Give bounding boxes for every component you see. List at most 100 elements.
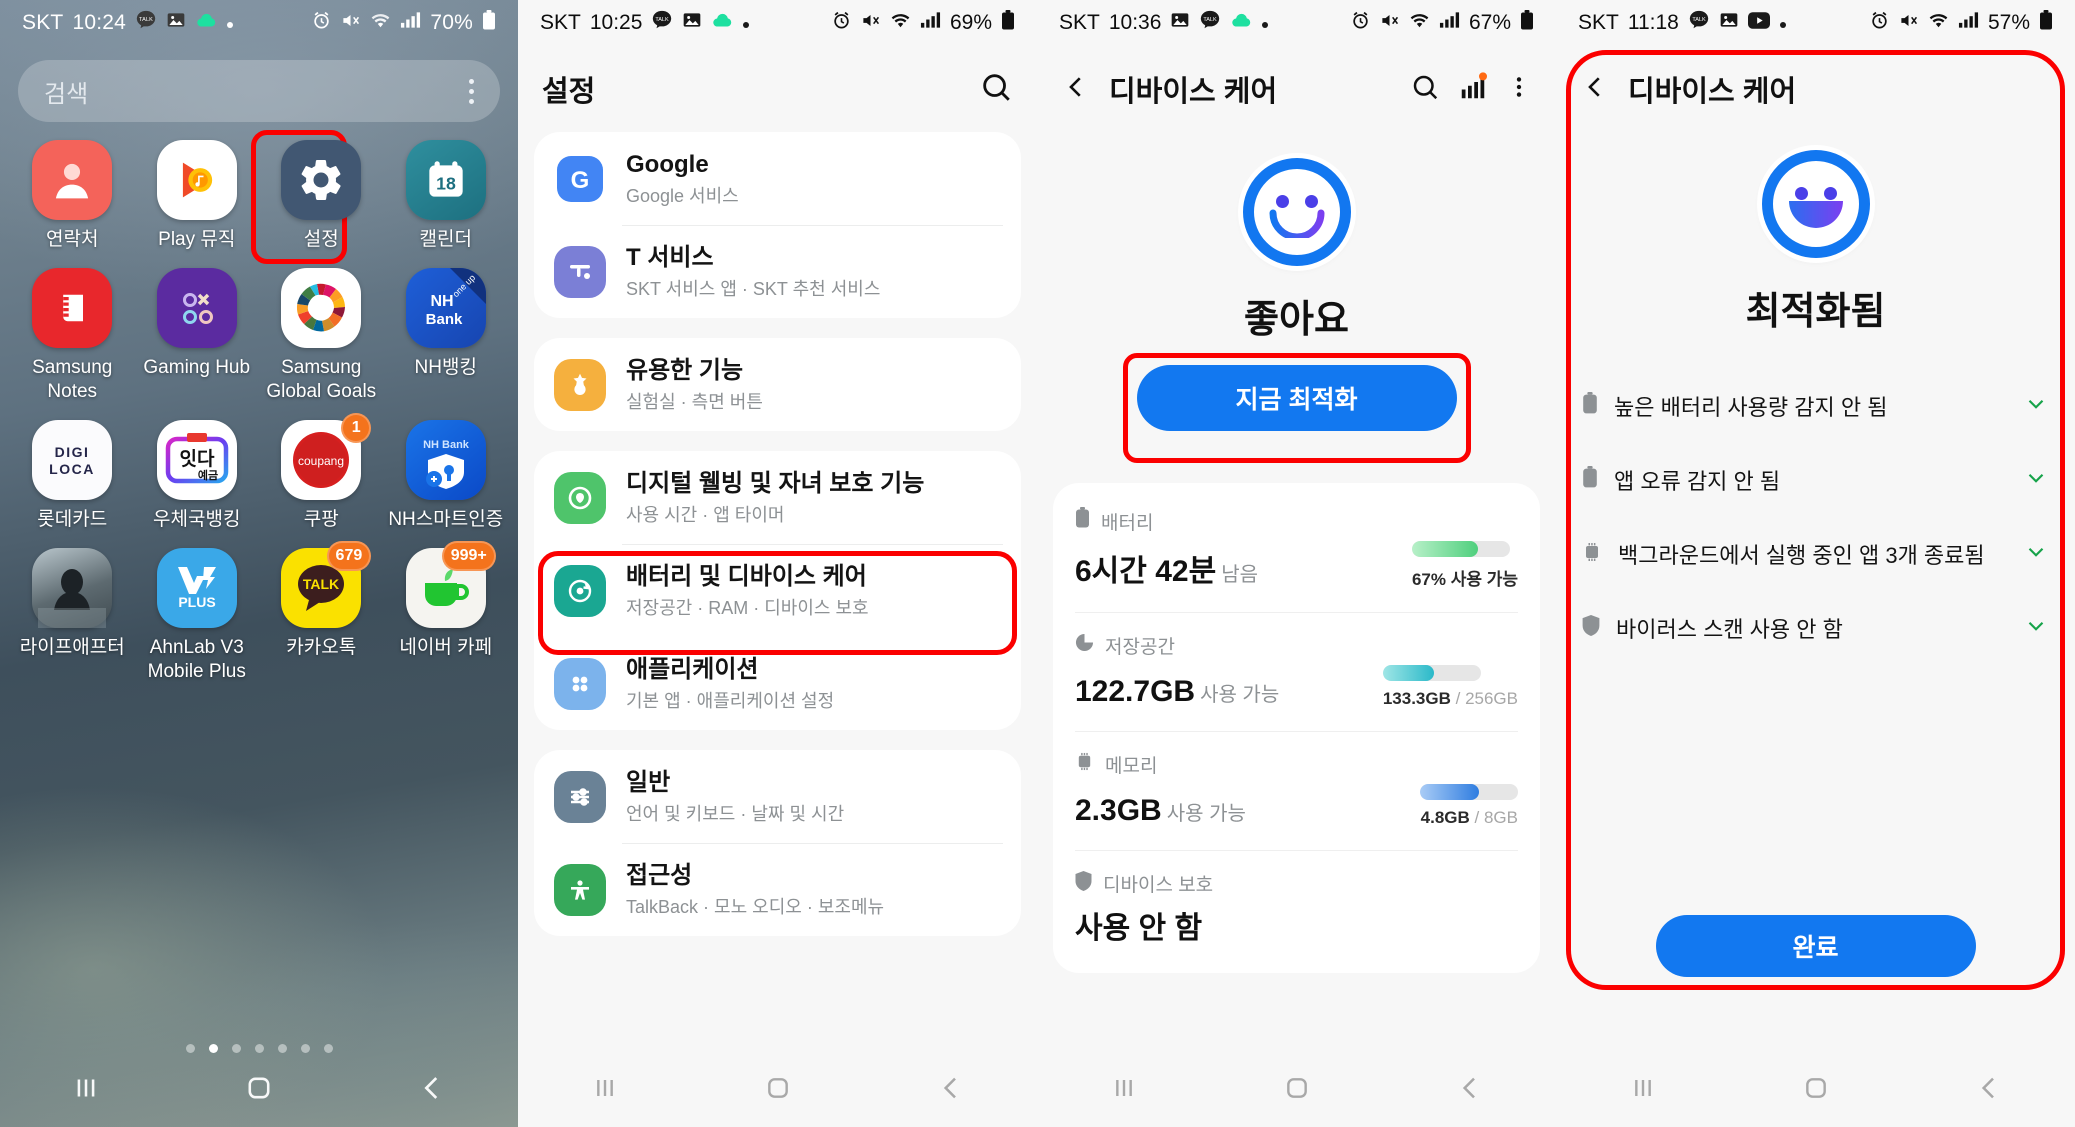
search-icon[interactable]	[1410, 72, 1440, 107]
app-icon-gaming-hub[interactable]: Gaming Hub	[135, 268, 260, 404]
metric-storage[interactable]: 저장공간 122.7GB 사용 가능 133.3GB / 256GB	[1075, 612, 1518, 731]
home-button[interactable]	[1800, 1072, 1832, 1109]
item-title: T 서비스	[626, 244, 714, 271]
recents-button[interactable]	[589, 1072, 621, 1109]
item-subtitle: 사용 시간 · 앱 타이머	[626, 505, 785, 525]
settings-list[interactable]: G Google Google 서비스 T 서비스 SKT 서비스 앱 · SK…	[518, 132, 1037, 936]
nh-bank-icon: one up NH Bank	[405, 268, 486, 348]
search-overflow-menu-icon[interactable]	[469, 78, 474, 104]
back-button[interactable]	[1454, 1072, 1486, 1109]
cloud-notif-icon	[711, 11, 733, 35]
app-icon-ahnlab-v3[interactable]: PLUS AhnLab V3 Mobile Plus	[135, 548, 260, 684]
app-icon-kakaotalk[interactable]: TALK 679 카카오톡	[259, 541, 384, 684]
item-subtitle: 실험실 · 측면 버튼	[626, 392, 763, 412]
result-text: 바이러스 스캔 사용 안 함	[1616, 617, 1843, 642]
settings-appbar: 설정	[518, 46, 1037, 132]
app-icon-global-goals[interactable]: Samsung Global Goals	[259, 268, 384, 404]
clock-label: 10:24	[72, 11, 127, 34]
item-subtitle: 저장공간 · RAM · 디바이스 보호	[626, 598, 869, 618]
svg-text:TALK: TALK	[1692, 17, 1706, 23]
carrier-label: SKT	[1578, 11, 1619, 34]
samsung-notes-icon	[32, 268, 113, 348]
more-notif-dot-icon	[1261, 11, 1269, 35]
recents-button[interactable]	[69, 1071, 103, 1110]
ahnlab-v3-icon: PLUS	[156, 548, 237, 628]
back-button[interactable]	[935, 1072, 967, 1109]
settings-item-advanced-features[interactable]: 유용한 기능 실험실 · 측면 버튼	[534, 338, 1021, 431]
app-icon-naver-cafe[interactable]: 999+ 네이버 카페	[384, 541, 509, 684]
app-icon-contacts[interactable]: 연락처	[10, 140, 135, 252]
app-icon-play-music[interactable]: Play 뮤직	[135, 140, 260, 252]
back-icon[interactable]	[1061, 72, 1091, 107]
device-care-appbar: 디바이스 케어	[1556, 46, 2075, 132]
status-bar: SKT 11:18 TALK 57%	[1556, 0, 2075, 46]
settings-item-t-service[interactable]: T 서비스 SKT 서비스 앱 · SKT 추천 서비스	[534, 225, 1021, 318]
page-indicator[interactable]	[0, 1044, 518, 1053]
kakaotalk-notif-icon: TALK	[1199, 9, 1221, 37]
result-item[interactable]: 높은 배터리 사용량 감지 안 됨	[1582, 369, 2049, 443]
settings-group: 유용한 기능 실험실 · 측면 버튼	[534, 338, 1021, 431]
back-button[interactable]	[1973, 1072, 2005, 1109]
search-icon[interactable]	[979, 70, 1013, 109]
navigation-bar	[518, 1053, 1037, 1127]
app-icon-calendar[interactable]: 18 캘린더	[384, 140, 509, 252]
done-button[interactable]: 완료	[1655, 915, 1976, 977]
chevron-down-icon[interactable]	[2023, 465, 2049, 496]
home-button[interactable]	[1281, 1072, 1313, 1109]
app-label: 우체국뱅킹	[153, 509, 241, 530]
search-input[interactable]: 검색	[18, 60, 500, 122]
settings-item-digital-wellbeing[interactable]: 디지털 웰빙 및 자녀 보호 기능 사용 시간 · 앱 타이머	[534, 451, 1021, 544]
app-icon-lotte-card[interactable]: DIGI LOCA 롯데카드	[10, 420, 135, 532]
notification-badge: 1	[341, 413, 372, 443]
metric-caption-total: / 8GB	[1474, 808, 1518, 827]
app-icon-post-bank[interactable]: 잇다 예금 우체국뱅킹	[135, 420, 260, 532]
home-button[interactable]	[762, 1072, 794, 1109]
settings-item-google[interactable]: G Google Google 서비스	[534, 132, 1021, 225]
settings-item-general[interactable]: 일반 언어 및 키보드 · 날짜 및 시간	[534, 750, 1021, 843]
back-icon[interactable]	[1580, 72, 1610, 107]
chevron-down-icon[interactable]	[2023, 539, 2049, 570]
home-button[interactable]	[242, 1071, 276, 1110]
device-care-icon	[554, 564, 606, 617]
app-icon-lifeafter[interactable]: 라이프애프터	[10, 548, 135, 684]
app-label: Samsung Global Goals	[266, 357, 377, 402]
result-text: 백그라운드에서 실행 중인 앱 3개 종료됨	[1618, 543, 1985, 568]
metric-memory[interactable]: 메모리 2.3GB 사용 가능 4.8GB / 8GB	[1075, 731, 1518, 850]
metric-label: 디바이스 보호	[1103, 875, 1214, 896]
item-title: 접근성	[626, 862, 693, 889]
settings-item-battery-device-care[interactable]: 배터리 및 디바이스 케어 저장공간 · RAM · 디바이스 보호	[534, 544, 1021, 637]
device-status-summary: 좋아요	[1037, 158, 1556, 343]
metric-battery[interactable]: 배터리 6시간 42분 남음 67% 사용 가능	[1075, 487, 1518, 612]
settings-item-accessibility[interactable]: 접근성 TalkBack · 모노 오디오 · 보조메뉴	[534, 843, 1021, 936]
app-icon-coupang[interactable]: coupang 1 쿠팡	[259, 413, 384, 532]
app-label: AhnLab V3 Mobile Plus	[147, 637, 246, 682]
status-label: 최적화됨	[1745, 291, 1886, 333]
settings-item-applications[interactable]: 애플리케이션 기본 앱 · 애플리케이션 설정	[534, 637, 1021, 730]
result-item[interactable]: 바이러스 스캔 사용 안 함	[1582, 591, 2049, 665]
item-title: Google	[626, 151, 709, 178]
optimize-now-button[interactable]: 지금 최적화	[1136, 365, 1457, 431]
signal-bars-icon[interactable]	[1458, 71, 1488, 107]
app-icon-nh-bank[interactable]: one up NH Bank NH뱅킹	[384, 268, 509, 404]
status-bar: SKT 10:36 TALK 67%	[1037, 0, 1556, 46]
chevron-down-icon[interactable]	[2023, 391, 2049, 422]
app-icon-settings[interactable]: 설정	[251, 130, 384, 264]
battery-percent-label: 70%	[430, 11, 473, 34]
back-button[interactable]	[415, 1071, 449, 1110]
alarm-icon	[1351, 11, 1370, 36]
coupang-icon: coupang 1	[281, 413, 372, 500]
recents-button[interactable]	[1108, 1072, 1140, 1109]
app-icon-samsung-notes[interactable]: Samsung Notes	[10, 268, 135, 404]
metric-device-protection[interactable]: 디바이스 보호 사용 안 함	[1075, 850, 1518, 969]
app-icon-nh-smart-cert[interactable]: NH Bank NH스마트인증	[384, 420, 509, 532]
recents-button[interactable]	[1627, 1072, 1659, 1109]
battery-percent-label: 67%	[1468, 11, 1511, 34]
gallery-notif-icon	[1170, 10, 1190, 36]
result-item[interactable]: 앱 오류 감지 안 됨	[1582, 443, 2049, 517]
chevron-down-icon[interactable]	[2023, 613, 2049, 644]
result-item[interactable]: 백그라운드에서 실행 중인 앱 3개 종료됨	[1582, 517, 2049, 591]
wifi-icon	[1409, 11, 1430, 35]
alarm-icon	[832, 11, 851, 36]
overflow-menu-icon[interactable]	[1506, 72, 1532, 107]
battery-percent-label: 69%	[949, 11, 992, 34]
